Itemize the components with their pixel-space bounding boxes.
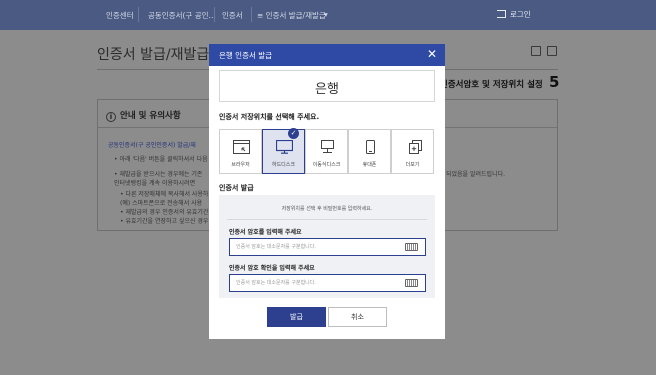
drive-phone[interactable]: 휴대폰 xyxy=(348,129,391,174)
guide-heading-text: 안내 및 유의사항 xyxy=(120,111,181,121)
more-icon xyxy=(409,140,422,154)
bank-name: 은행 xyxy=(315,82,339,97)
guide-line: (예) 스마트폰으로 전송해서 사용 xyxy=(120,200,203,207)
breadcrumb-divider xyxy=(138,7,139,22)
guide-line: • 유효기간을 연장하고 싶으신 경우 xyxy=(120,218,209,225)
password-confirm-label: 인증서 암호 확인을 입력해 주세요 xyxy=(229,265,315,272)
login-icon xyxy=(497,10,506,18)
drive-more[interactable]: 더보기 xyxy=(391,129,434,174)
guide-heading: i 안내 및 유의사항 xyxy=(106,109,181,122)
save-icon[interactable] xyxy=(531,46,541,56)
guide-line: • 재발급을 받으시는 경우에는 기존 xyxy=(114,171,203,178)
password-label: 인증서 암호를 입력해 주세요 xyxy=(229,229,302,236)
hard-disk-icon xyxy=(276,140,293,154)
drive-removable-disk[interactable]: 이동식디스크 xyxy=(305,129,348,174)
drive-label: 이동식디스크 xyxy=(312,162,341,168)
password-panel: 저장위치를 선택 후 비밀번호를 입력하세요. 인증서 암호를 입력해 주세요 … xyxy=(219,195,435,298)
bank-name-box: 은행 xyxy=(219,70,435,102)
chevron-down-icon[interactable]: ▾ xyxy=(324,10,328,19)
breadcrumb-divider xyxy=(214,7,215,22)
certificate-issue-dialog: 은행 인증서 발급 ✕ 은행 인증서 저장위치를 선택해 주세요. 브라우저 ✓… xyxy=(209,44,445,339)
top-navigation-bar: 인증센터 공동인증서(구 공인… 인증서 ≡ 인증서 발급/재발급 ▾ 로그인 xyxy=(0,0,656,30)
guide-line-right: 되었음을 알려드립니다. xyxy=(446,171,506,178)
breadcrumb-cert-type[interactable]: 공동인증서(구 공인… xyxy=(148,10,216,21)
step-title: 인증서암호 및 저장위치 설정 xyxy=(440,80,543,90)
page-title: 인증서 발급/재발급 xyxy=(97,47,210,63)
step-number: 5 xyxy=(549,73,560,91)
dialog-header: 은행 인증서 발급 ✕ xyxy=(209,44,445,66)
phone-icon xyxy=(366,140,375,154)
password-instruction: 저장위치를 선택 후 비밀번호를 입력하세요. xyxy=(281,206,373,212)
info-icon: i xyxy=(106,112,116,122)
close-icon[interactable]: ✕ xyxy=(427,47,437,61)
check-icon: ✓ xyxy=(288,128,299,139)
guide-line: • 재발급의 경우 인증서의 유효기간 xyxy=(120,209,209,216)
breadcrumb-divider xyxy=(251,7,252,22)
issue-section-label: 인증서 발급 xyxy=(219,184,254,192)
login-label: 로그인 xyxy=(510,10,531,19)
dialog-title: 은행 인증서 발급 xyxy=(219,51,273,60)
guide-line: • 다른 저장매체에 복사해서 사용하 xyxy=(120,191,209,198)
drive-label: 브라우저 xyxy=(231,162,250,168)
location-prompt: 인증서 저장위치를 선택해 주세요. xyxy=(219,113,320,121)
removable-disk-icon xyxy=(321,140,334,153)
login-link[interactable]: 로그인 xyxy=(497,9,531,20)
issue-button[interactable]: 발급 xyxy=(267,307,326,327)
drive-hard-disk[interactable]: ✓ 하드디스크 xyxy=(262,128,305,174)
drive-label: 더보기 xyxy=(405,162,420,168)
drive-browser[interactable]: 브라우저 xyxy=(219,129,262,174)
guide-line: 공동인증서(구 공인인증서) 발급/재 xyxy=(108,142,196,149)
browser-icon xyxy=(233,140,250,154)
guide-line: 인터넷뱅킹을 계속 이용하시려면 xyxy=(114,180,196,187)
guide-line: • 아래 '다음' 버튼을 클릭하셔서 다음 xyxy=(114,156,208,163)
cancel-button[interactable]: 취소 xyxy=(328,307,387,327)
virtual-keyboard-icon[interactable] xyxy=(405,279,418,287)
drive-label: 하드디스크 xyxy=(271,162,295,168)
breadcrumb-certificate[interactable]: 인증서 xyxy=(222,10,243,21)
print-icon[interactable] xyxy=(547,46,557,56)
virtual-keyboard-icon[interactable] xyxy=(405,243,418,251)
drive-label: 휴대폰 xyxy=(362,162,377,168)
breadcrumb-home[interactable]: 인증센터 xyxy=(106,10,134,21)
password-divider xyxy=(227,219,427,220)
breadcrumb-issue-menu[interactable]: ≡ 인증서 발급/재발급 xyxy=(257,10,326,21)
password-confirm-input[interactable] xyxy=(229,274,426,292)
password-input[interactable] xyxy=(229,238,426,256)
